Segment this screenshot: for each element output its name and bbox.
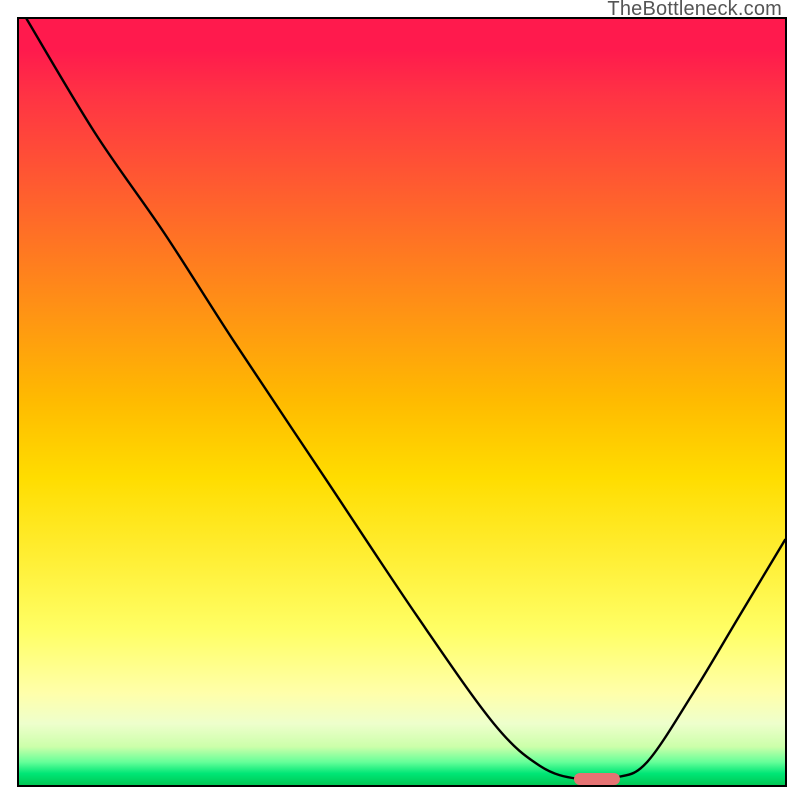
- curve-svg: [19, 19, 785, 785]
- chart-container: TheBottleneck.com: [0, 0, 800, 800]
- plot-area: [17, 17, 787, 787]
- optimal-range-marker: [574, 773, 620, 785]
- bottleneck-curve: [27, 19, 785, 780]
